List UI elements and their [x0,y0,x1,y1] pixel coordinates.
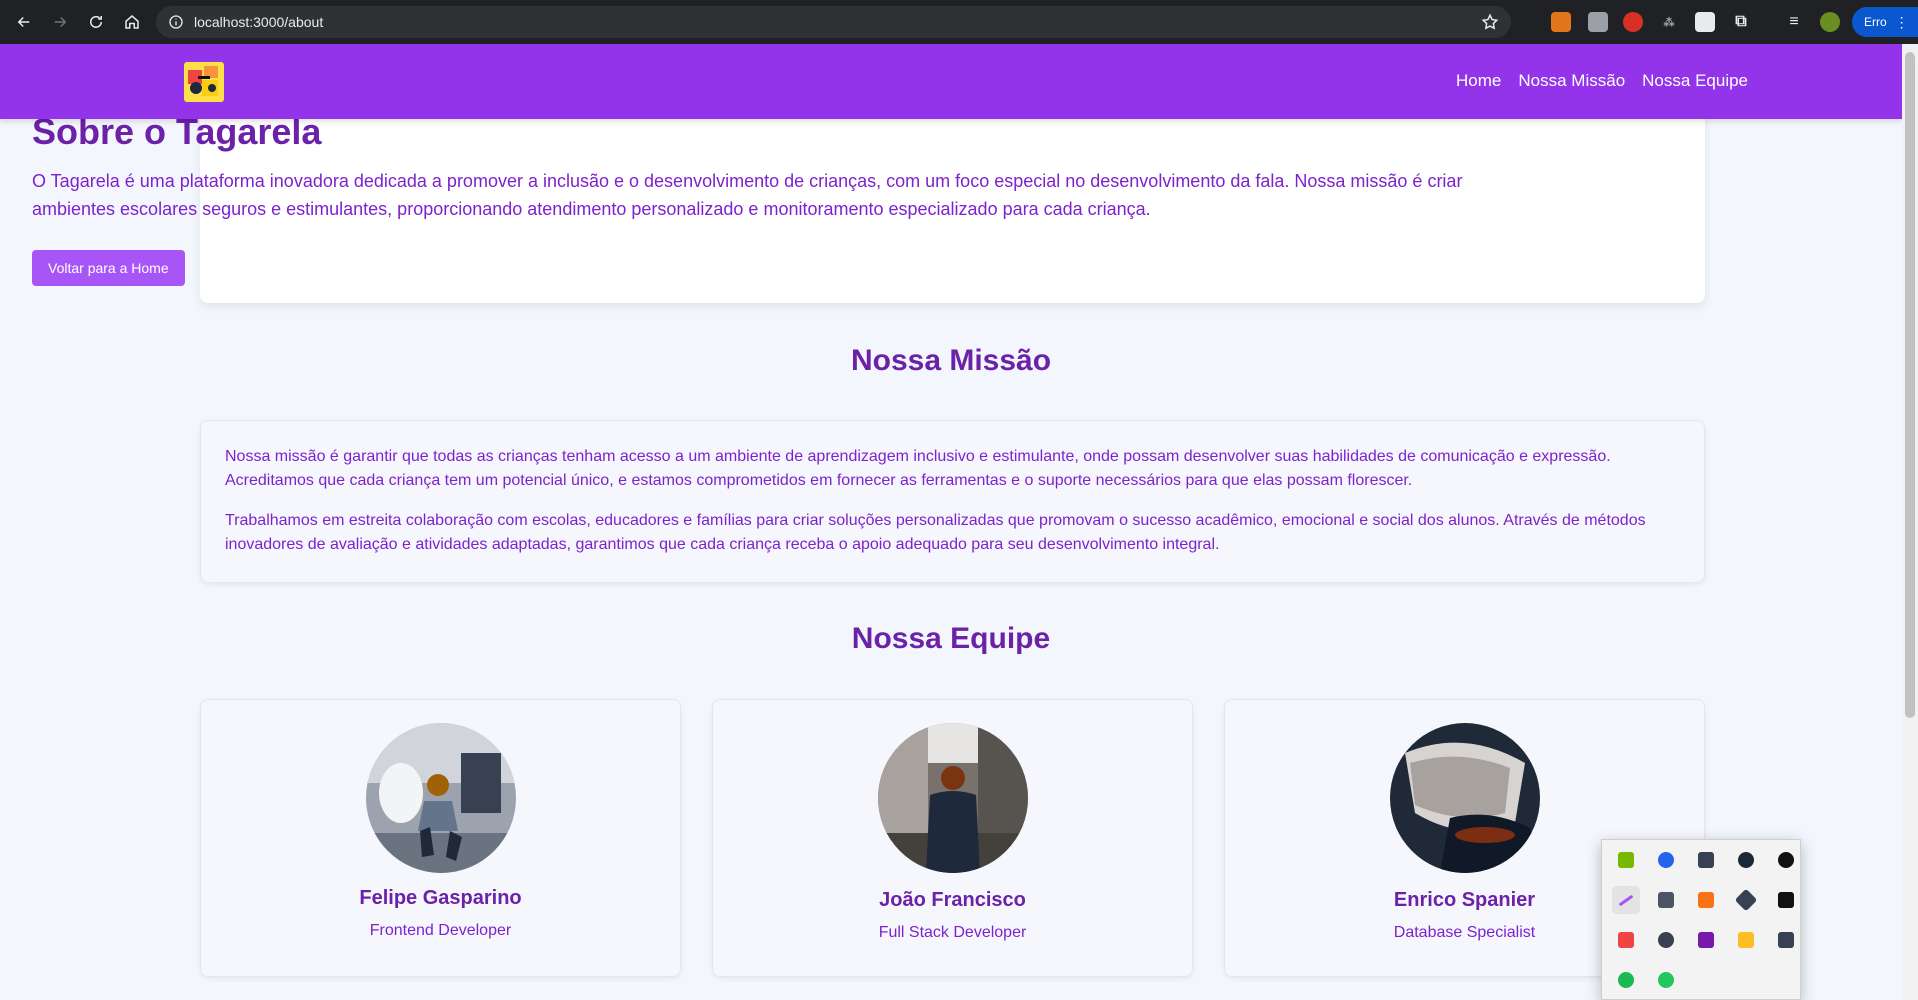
member-name: Felipe Gasparino [359,887,522,909]
nav-home-link[interactable]: Home [1456,71,1501,91]
steam-icon[interactable] [1732,846,1760,874]
tagarela-logo[interactable] [184,62,224,102]
team-heading: Nossa Equipe [851,622,1051,655]
profile-error-button[interactable]: Erro ⋮ [1852,7,1918,37]
hero-description: O Tagarela é uma plataforma inovadora de… [32,171,1463,219]
extension-icon[interactable] [1588,12,1608,32]
team-member-card: João Francisco Full Stack Developer [712,699,1193,977]
terminal-icon[interactable] [1772,886,1800,914]
display-icon[interactable] [1772,926,1800,954]
member-photo [366,723,516,873]
bookmark-star-icon[interactable] [1481,13,1499,31]
extension-icon[interactable]: ⁂ [1659,12,1679,32]
profile-label: Erro [1864,15,1887,29]
page-scrollbar[interactable] [1902,44,1918,1000]
system-tray-overflow [1601,839,1801,1000]
member-role: Frontend Developer [369,922,512,939]
mission-paragraph: Trabalhamos em estreita colaboração com … [225,512,1646,553]
puzzle-extensions-icon[interactable]: ⧉ [1731,12,1751,32]
brave-icon[interactable] [1612,926,1640,954]
reading-list-icon[interactable]: ≡ [1784,12,1804,32]
site-info-icon[interactable] [168,14,184,30]
home-icon[interactable] [118,8,146,36]
metamask-extension-icon[interactable] [1551,12,1571,32]
forward-icon[interactable] [46,8,74,36]
malwarebytes-icon[interactable] [1652,846,1680,874]
ai-icon[interactable] [1732,886,1760,914]
back-home-button[interactable]: Voltar para a Home [32,250,185,286]
main-nav: Home Nossa Missão Nossa Equipe [1456,71,1748,91]
app-icon[interactable] [1692,886,1720,914]
back-icon[interactable] [10,8,38,36]
mission-paragraph: Nossa missão é garantir que todas as cri… [225,448,1611,489]
extension-icon[interactable] [1695,12,1715,32]
g-hub-icon[interactable] [1772,846,1800,874]
mission-card: Nossa missão é garantir que todas as cri… [200,420,1705,583]
member-photo [878,723,1028,873]
menu-icon: ⋮ [1894,13,1909,30]
reload-icon[interactable] [82,8,110,36]
member-name: João Francisco [879,889,1026,911]
scrollbar-thumb[interactable] [1905,52,1915,718]
extension-icon[interactable] [1623,12,1643,32]
url-text: localhost:3000/about [194,14,324,30]
nav-team-link[interactable]: Nossa Equipe [1642,71,1748,91]
status-icon[interactable] [1652,966,1680,994]
team-member-card: Felipe Gasparino Frontend Developer [200,699,681,977]
spotify-icon[interactable] [1612,966,1640,994]
shield-icon[interactable] [1692,846,1720,874]
rockstar-icon[interactable] [1732,926,1760,954]
nav-mission-link[interactable]: Nossa Missão [1518,71,1625,91]
pen-icon[interactable] [1612,886,1640,914]
browser-toolbar: localhost:3000/about ⁂ ⧉ ≡ Erro ⋮ [0,0,1918,44]
mission-heading: Nossa Missão [850,344,1052,377]
avatar-icon[interactable] [1820,12,1840,32]
address-bar[interactable]: localhost:3000/about [156,6,1511,38]
member-photo [1390,723,1540,873]
onenote-icon[interactable] [1692,926,1720,954]
device-icon[interactable] [1652,886,1680,914]
onedrive-icon[interactable] [1652,926,1680,954]
member-role: Full Stack Developer [878,924,1027,941]
nvidia-icon[interactable] [1612,846,1640,874]
site-header: Home Nossa Missão Nossa Equipe [0,44,1902,119]
